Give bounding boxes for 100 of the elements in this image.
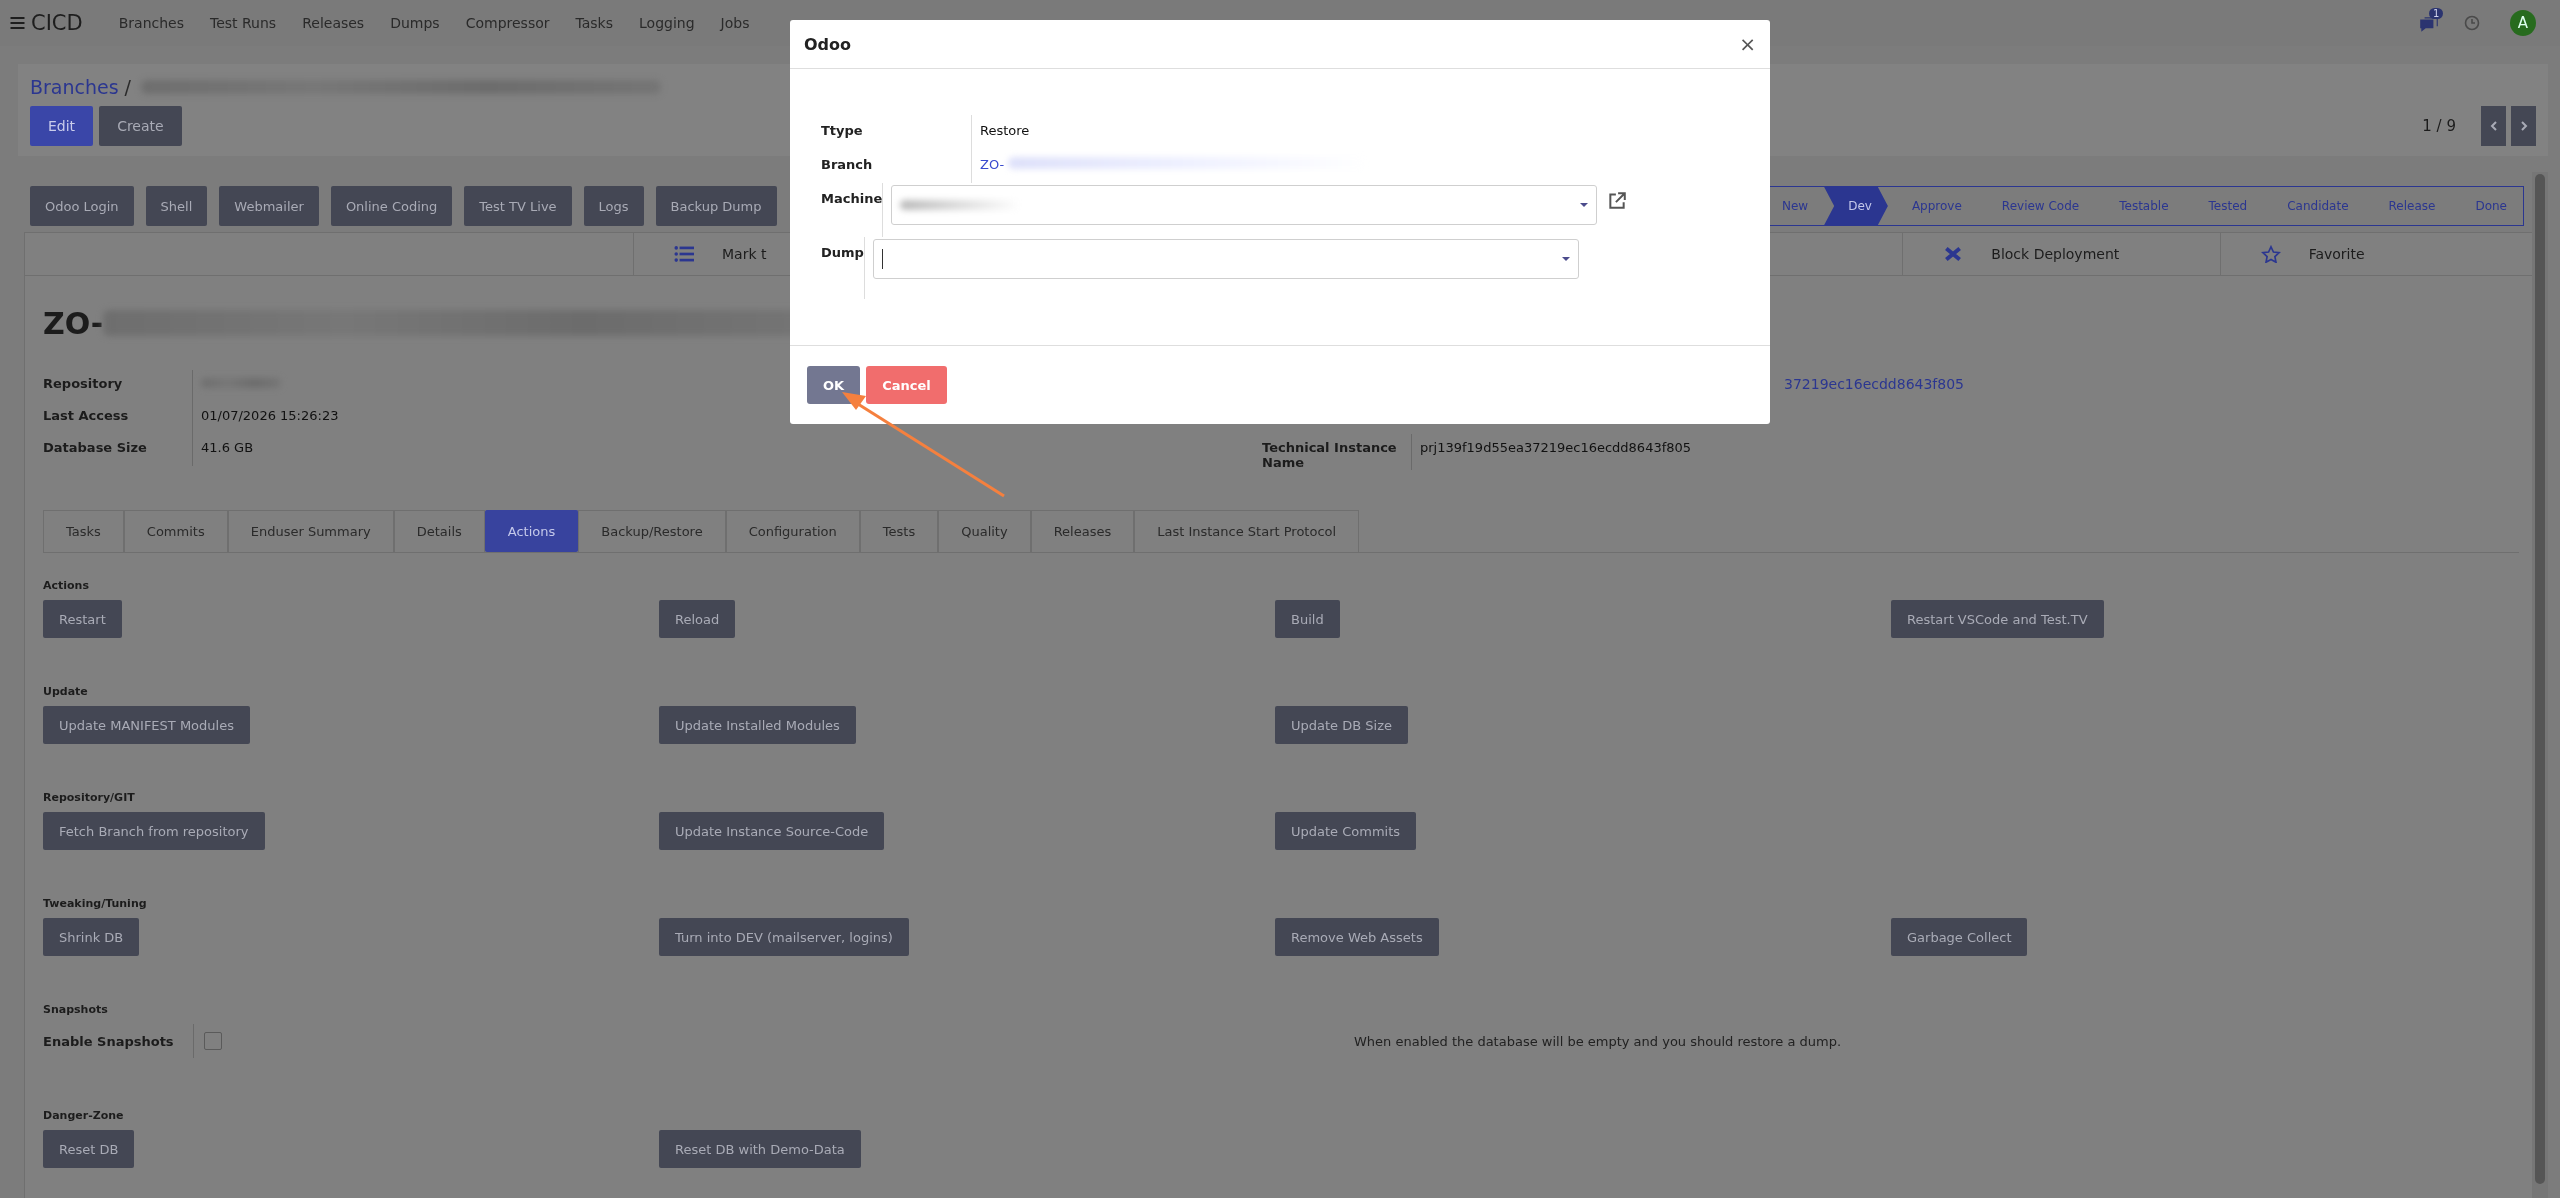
field-value: 41.6 GB bbox=[201, 440, 254, 455]
status-stage[interactable]: Release bbox=[2364, 187, 2452, 225]
action-button[interactable]: Garbage Collect bbox=[1891, 918, 2028, 956]
smart-button[interactable]: Mark t bbox=[634, 233, 767, 275]
next-button[interactable] bbox=[2511, 106, 2536, 146]
action-button[interactable]: Reload bbox=[659, 600, 736, 638]
app-title[interactable]: CICD bbox=[31, 11, 83, 35]
field-link[interactable]: ZO- bbox=[980, 157, 1005, 172]
create-button[interactable]: Create bbox=[99, 106, 182, 146]
section-title: Snapshots bbox=[43, 1002, 109, 1018]
smart-button-label: Mark t bbox=[722, 246, 767, 262]
action-button[interactable]: Reset DB with Demo-Data bbox=[659, 1130, 861, 1168]
tab[interactable]: Commits bbox=[123, 510, 228, 552]
smart-button[interactable]: Block Deployment bbox=[1903, 233, 2120, 275]
status-stage[interactable]: Review Code bbox=[1977, 187, 2096, 225]
section-title: Danger-Zone bbox=[43, 1108, 125, 1124]
scrollbar-thumb[interactable] bbox=[2535, 174, 2545, 1184]
section-title: Update bbox=[43, 684, 89, 700]
help-text: When enabled the database will be empty and you should restore a dump. bbox=[1354, 1033, 1842, 1049]
action-button[interactable]: Update Installed Modules bbox=[659, 706, 856, 744]
notification-badge: 1 bbox=[2429, 8, 2444, 19]
status-stage[interactable]: Tested bbox=[2184, 187, 2264, 225]
field-link[interactable]: 37219ec16ecdd8643f805 bbox=[1784, 376, 1965, 392]
header-button[interactable]: Test TV Live bbox=[464, 186, 572, 226]
tab[interactable]: Actions bbox=[484, 510, 579, 552]
action-button[interactable]: Remove Web Assets bbox=[1275, 918, 1439, 956]
user-avatar[interactable]: A bbox=[2510, 10, 2536, 36]
field-label: Ttype bbox=[821, 115, 972, 149]
nav-menu-item[interactable]: Test Runs bbox=[210, 15, 277, 31]
select-field[interactable] bbox=[891, 185, 1598, 225]
tab[interactable]: Details bbox=[393, 510, 485, 552]
action-button[interactable]: Update Commits bbox=[1275, 812, 1417, 850]
smart-button-label: Block Deployment bbox=[1991, 246, 2120, 262]
action-button[interactable]: Build bbox=[1275, 600, 1340, 638]
pager-counter: 1 / 9 bbox=[2422, 117, 2456, 135]
record-title: ZO- bbox=[43, 305, 104, 341]
breadcrumb-link[interactable]: Branches bbox=[30, 76, 119, 98]
header-button[interactable]: Logs bbox=[583, 186, 644, 226]
dialog-title: Odoo bbox=[804, 34, 852, 54]
action-button[interactable]: Reset DB bbox=[43, 1130, 135, 1168]
field-label: Enable Snapshots bbox=[43, 1033, 175, 1049]
field-label: Repository bbox=[43, 370, 193, 402]
smart-button[interactable]: Favorite bbox=[2220, 233, 2365, 275]
action-button[interactable]: Update MANIFEST Modules bbox=[43, 706, 250, 744]
section-title: Tweaking/Tuning bbox=[43, 896, 148, 912]
field-label: Database Size bbox=[43, 434, 193, 466]
close-button[interactable]: × bbox=[1735, 32, 1760, 56]
nav-menu-item[interactable]: Jobs bbox=[720, 15, 750, 31]
status-stage[interactable]: Done bbox=[2451, 187, 2523, 225]
field-value: 01/07/2026 15:26:23 bbox=[201, 408, 339, 423]
action-button[interactable]: Restart bbox=[43, 600, 122, 638]
status-stage[interactable]: Dev bbox=[1824, 187, 1888, 225]
chevron-right-icon bbox=[2518, 120, 2529, 132]
action-button[interactable]: Fetch Branch from repository bbox=[43, 812, 265, 850]
nav-menu-item[interactable]: Branches bbox=[118, 15, 184, 31]
tab[interactable]: Releases bbox=[1030, 510, 1135, 552]
menu-icon[interactable] bbox=[10, 16, 25, 30]
field-label: Dump bbox=[821, 237, 865, 299]
cross-icon bbox=[1943, 245, 1964, 263]
tab[interactable]: Enduser Summary bbox=[227, 510, 394, 552]
tab[interactable]: Configuration bbox=[725, 510, 860, 552]
external-link-icon[interactable] bbox=[1607, 191, 1628, 210]
tab[interactable]: Last Instance Start Protocol bbox=[1134, 510, 1360, 552]
field-label: Last Access bbox=[43, 402, 193, 434]
nav-menu-item[interactable]: Releases bbox=[302, 15, 365, 31]
tab[interactable]: Tests bbox=[859, 510, 939, 552]
edit-button[interactable]: Edit bbox=[30, 106, 94, 146]
previous-button[interactable] bbox=[2481, 106, 2506, 146]
action-button[interactable]: Restart VSCode and Test.TV bbox=[1891, 600, 2104, 638]
nav-menu-item[interactable]: Tasks bbox=[575, 15, 613, 31]
action-button[interactable]: Turn into DEV (mailserver, logins) bbox=[659, 918, 909, 956]
tab[interactable]: Backup/Restore bbox=[578, 510, 726, 552]
status-stage[interactable]: New bbox=[1765, 187, 1825, 225]
header-button[interactable]: Online Coding bbox=[330, 186, 453, 226]
smart-button-label: Favorite bbox=[2308, 246, 2365, 262]
header-button[interactable]: Odoo Login bbox=[30, 186, 134, 226]
status-stage[interactable]: Candidate bbox=[2263, 187, 2365, 225]
scrollbar[interactable] bbox=[2532, 172, 2548, 1198]
dropdown-caret-icon bbox=[1561, 257, 1570, 261]
nav-menu-item[interactable]: Dumps bbox=[390, 15, 440, 31]
chevron-left-icon bbox=[2488, 120, 2499, 132]
tab[interactable]: Quality bbox=[938, 510, 1031, 552]
header-button[interactable]: Backup Dump bbox=[655, 186, 777, 226]
field-label: Technical Instance Name bbox=[1262, 434, 1412, 470]
tab[interactable]: Tasks bbox=[43, 510, 124, 552]
nav-menu-item[interactable]: Logging bbox=[639, 15, 695, 31]
status-stage[interactable]: Approve bbox=[1887, 187, 1978, 225]
nav-menu-item[interactable]: Compressor bbox=[465, 15, 550, 31]
cancel-button[interactable]: Cancel bbox=[866, 366, 947, 404]
action-button[interactable]: Shrink DB bbox=[43, 918, 140, 956]
action-button[interactable]: Update Instance Source-Code bbox=[659, 812, 885, 850]
header-button[interactable]: Webmailer bbox=[219, 186, 319, 226]
chat-icon[interactable] bbox=[2418, 16, 2440, 33]
action-button[interactable]: Update DB Size bbox=[1275, 706, 1408, 744]
select-field[interactable] bbox=[872, 239, 1579, 279]
clock-icon[interactable] bbox=[2464, 15, 2480, 31]
ok-button[interactable]: OK bbox=[807, 366, 861, 404]
checkbox[interactable] bbox=[204, 1032, 222, 1050]
status-stage[interactable]: Testable bbox=[2095, 187, 2185, 225]
header-button[interactable]: Shell bbox=[145, 186, 208, 226]
